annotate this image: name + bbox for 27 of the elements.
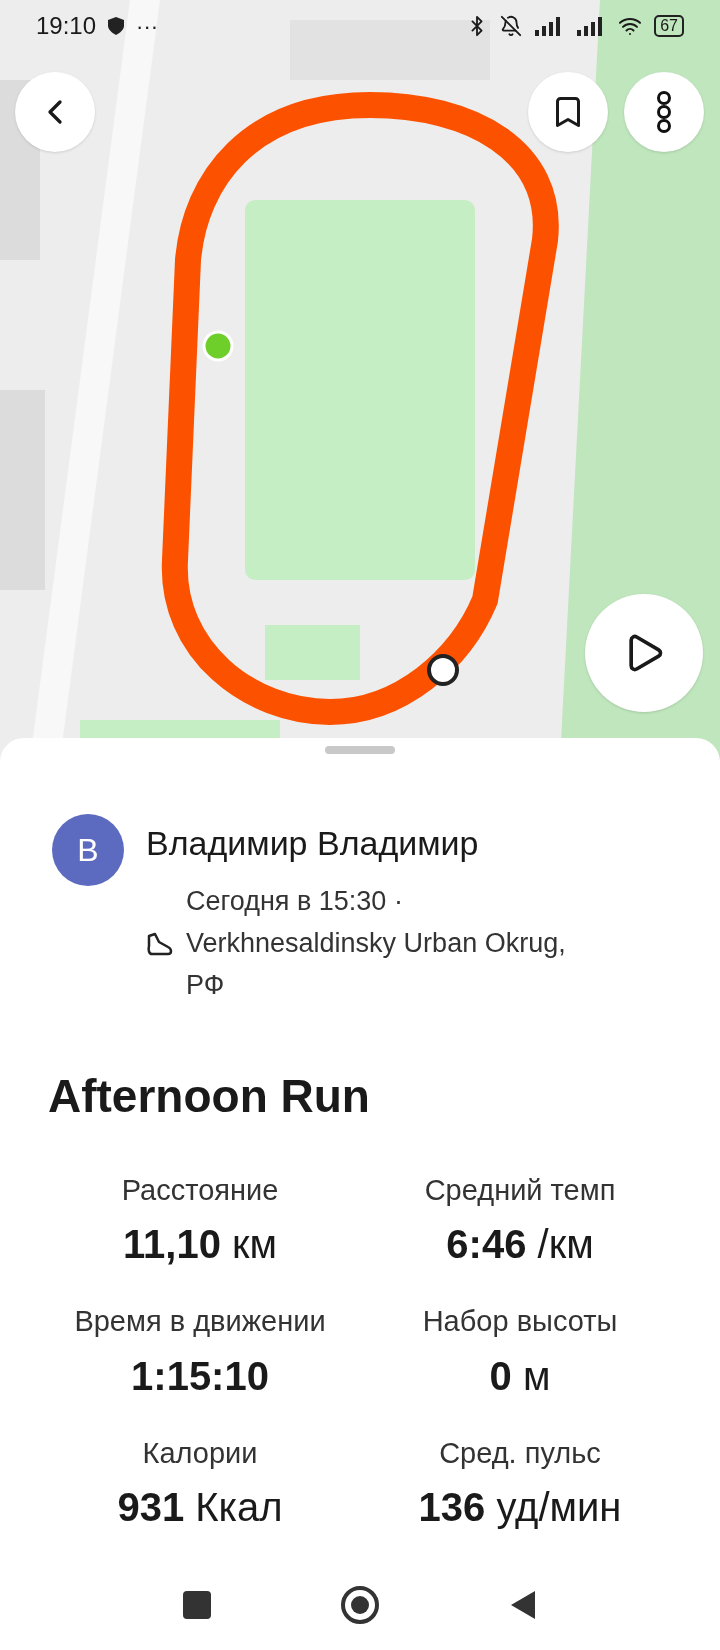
bell-off-icon (500, 15, 523, 37)
stat-label: Время в движении (74, 1304, 326, 1339)
stat-label: Набор высоты (422, 1304, 618, 1339)
activity-title: Afternoon Run (47, 1068, 371, 1124)
shoe-icon (146, 931, 174, 958)
avatar: В (52, 814, 124, 886)
activity-date: Сегодня в 15:30 · (186, 885, 404, 918)
back-nav-icon[interactable] (509, 1589, 537, 1621)
shield-icon (108, 17, 125, 35)
home-button[interactable] (341, 1586, 379, 1624)
stat-label: Расстояние (121, 1172, 279, 1208)
battery-indicator: 67 (654, 15, 684, 37)
activity-location: Verkhnesaldinsky Urban Okrug, РФ (186, 926, 567, 1002)
stat-label: Калории (142, 1435, 258, 1471)
status-dots: ··· (136, 12, 159, 41)
stat-value: 0 м (489, 1352, 551, 1400)
stat-label: Сред. пульс (439, 1435, 601, 1471)
more-icon (656, 91, 672, 133)
athlete-name: Владимир Владимир (146, 823, 480, 864)
stat-value: 1:15:10 (131, 1352, 269, 1400)
drag-handle[interactable] (325, 746, 395, 754)
stat-value: 6:46 /км (446, 1221, 594, 1268)
stat-label: Средний темп (424, 1172, 616, 1208)
stat-value: 931 Ккал (117, 1484, 283, 1531)
stat-value: 11,10 км (123, 1221, 277, 1268)
status-time: 19:10 (36, 11, 97, 41)
stat-value: 136 уд/мин (418, 1484, 622, 1531)
